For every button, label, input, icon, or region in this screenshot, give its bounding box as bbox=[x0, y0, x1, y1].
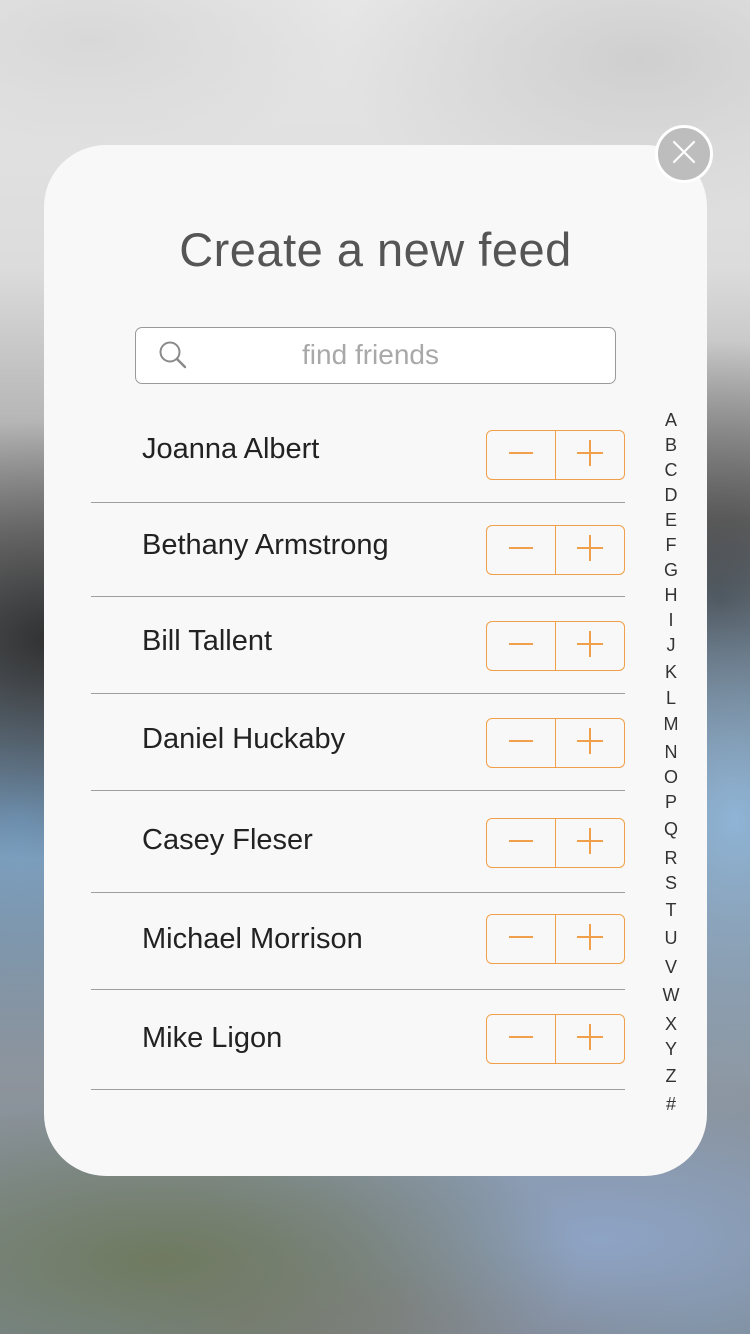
remove-friend-button[interactable] bbox=[487, 1015, 556, 1063]
minus-icon bbox=[508, 728, 534, 759]
index-letter[interactable]: W bbox=[657, 985, 685, 1005]
friend-row: Mike Ligon bbox=[91, 990, 625, 1090]
index-letter[interactable]: F bbox=[657, 535, 685, 555]
remove-friend-button[interactable] bbox=[487, 526, 556, 574]
friend-row: Daniel Huckaby bbox=[91, 694, 625, 791]
friend-row: Joanna Albert bbox=[91, 410, 625, 503]
search-icon bbox=[158, 340, 188, 370]
index-letter[interactable]: U bbox=[657, 928, 685, 948]
friend-stepper bbox=[486, 621, 625, 671]
friend-name: Daniel Huckaby bbox=[142, 723, 346, 755]
index-letter[interactable]: R bbox=[657, 848, 685, 868]
index-letter[interactable]: Z bbox=[657, 1066, 685, 1086]
friend-name: Casey Fleser bbox=[142, 824, 313, 856]
remove-friend-button[interactable] bbox=[487, 915, 556, 963]
index-letter[interactable]: H bbox=[657, 585, 685, 605]
plus-icon bbox=[576, 439, 604, 472]
index-letter[interactable]: S bbox=[657, 873, 685, 893]
add-friend-button[interactable] bbox=[556, 622, 624, 670]
index-letter[interactable]: D bbox=[657, 485, 685, 505]
remove-friend-button[interactable] bbox=[487, 719, 556, 767]
plus-icon bbox=[576, 1023, 604, 1056]
index-letter[interactable]: L bbox=[657, 688, 685, 708]
plus-icon bbox=[576, 923, 604, 956]
add-friend-button[interactable] bbox=[556, 431, 624, 479]
minus-icon bbox=[508, 631, 534, 662]
index-letter[interactable]: P bbox=[657, 792, 685, 812]
index-letter[interactable]: M bbox=[657, 714, 685, 734]
friend-row: Michael Morrison bbox=[91, 893, 625, 990]
index-letter[interactable]: V bbox=[657, 957, 685, 977]
index-letter[interactable]: I bbox=[657, 610, 685, 630]
index-letter[interactable]: C bbox=[657, 460, 685, 480]
friend-stepper bbox=[486, 914, 625, 964]
index-letter[interactable]: B bbox=[657, 435, 685, 455]
friend-stepper bbox=[486, 818, 625, 868]
dialog-title: Create a new feed bbox=[179, 223, 572, 276]
friend-row: Casey Fleser bbox=[91, 791, 625, 893]
friend-name: Michael Morrison bbox=[142, 923, 363, 955]
index-letter[interactable]: N bbox=[657, 742, 685, 762]
close-x-icon bbox=[671, 139, 697, 170]
index-letter[interactable]: X bbox=[657, 1014, 685, 1034]
minus-icon bbox=[508, 924, 534, 955]
plus-icon bbox=[576, 827, 604, 860]
friend-name: Joanna Albert bbox=[142, 433, 320, 465]
index-letter[interactable]: E bbox=[657, 510, 685, 530]
remove-friend-button[interactable] bbox=[487, 622, 556, 670]
minus-icon bbox=[508, 535, 534, 566]
friend-name: Bethany Armstrong bbox=[142, 529, 389, 561]
search-input[interactable] bbox=[196, 328, 605, 382]
add-friend-button[interactable] bbox=[556, 915, 624, 963]
minus-icon bbox=[508, 440, 534, 471]
add-friend-button[interactable] bbox=[556, 1015, 624, 1063]
remove-friend-button[interactable] bbox=[487, 431, 556, 479]
friend-name: Bill Tallent bbox=[142, 625, 273, 657]
index-letter[interactable]: Q bbox=[657, 819, 685, 839]
friend-row: Bill Tallent bbox=[91, 597, 625, 694]
friend-row: Bethany Armstrong bbox=[91, 503, 625, 597]
plus-icon bbox=[576, 534, 604, 567]
index-letter[interactable]: K bbox=[657, 662, 685, 682]
minus-icon bbox=[508, 1024, 534, 1055]
remove-friend-button[interactable] bbox=[487, 819, 556, 867]
index-letter[interactable]: A bbox=[657, 410, 685, 430]
friend-stepper bbox=[486, 718, 625, 768]
index-letter[interactable]: T bbox=[657, 900, 685, 920]
friend-stepper bbox=[486, 1014, 625, 1064]
friend-stepper bbox=[486, 525, 625, 575]
friend-stepper bbox=[486, 430, 625, 480]
index-letter[interactable]: J bbox=[657, 635, 685, 655]
alphabet-index[interactable]: A B C D E F G H I J K L M N O P Q R S T U V W X Y Z # bbox=[657, 410, 685, 1120]
plus-icon bbox=[576, 630, 604, 663]
search-field[interactable] bbox=[135, 327, 616, 384]
friend-name: Mike Ligon bbox=[142, 1022, 283, 1054]
add-friend-button[interactable] bbox=[556, 526, 624, 574]
index-letter[interactable]: # bbox=[657, 1094, 685, 1114]
index-letter[interactable]: O bbox=[657, 767, 685, 787]
add-friend-button[interactable] bbox=[556, 819, 624, 867]
index-letter[interactable]: G bbox=[657, 560, 685, 580]
minus-icon bbox=[508, 828, 534, 859]
plus-icon bbox=[576, 727, 604, 760]
close-button[interactable] bbox=[655, 125, 713, 183]
add-friend-button[interactable] bbox=[556, 719, 624, 767]
index-letter[interactable]: Y bbox=[657, 1039, 685, 1059]
